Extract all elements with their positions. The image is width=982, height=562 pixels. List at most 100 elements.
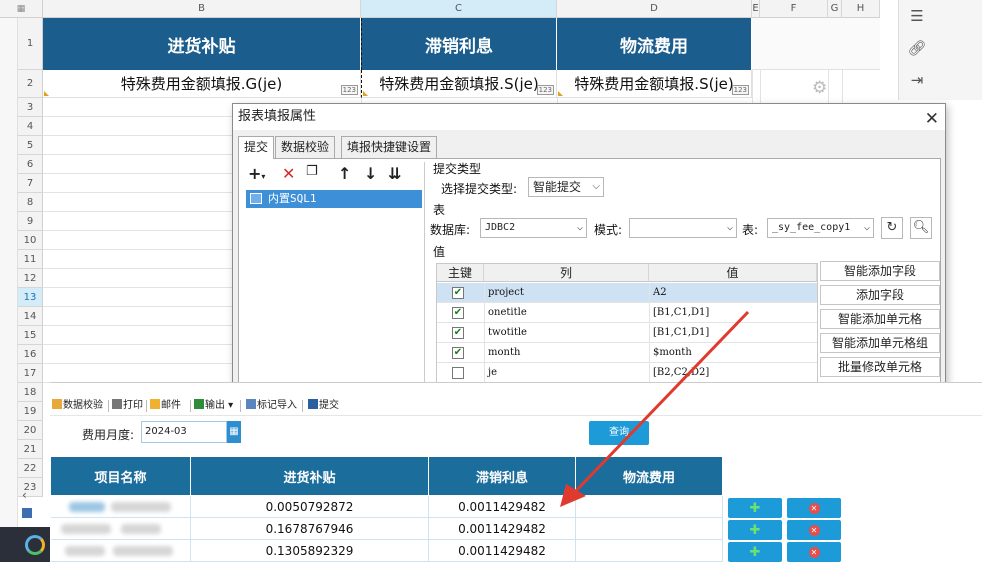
import-icon[interactable]: ⇥ [907,70,927,90]
interest-cell[interactable]: 0.0011429482 [429,518,576,540]
add-row-button[interactable]: ✚ [728,498,782,518]
cell-header-subsidy[interactable]: 进货补贴 [43,18,361,70]
primary-key-checkbox[interactable]: ✔ [452,347,464,359]
list-icon[interactable]: ☰ [907,6,927,26]
delete-row-button[interactable]: ✕ [787,520,841,540]
row-header[interactable]: 21 [18,440,43,459]
col-header-f[interactable]: F [760,0,828,18]
col-header-e[interactable]: E [752,0,760,18]
close-icon[interactable]: ✕ [925,106,939,132]
add-row-button[interactable]: ✚ [728,542,782,562]
logistics-cell[interactable] [576,518,723,540]
mail-button[interactable]: 邮件 [150,399,181,413]
cell-formula-logistics[interactable]: 特殊费用金额填报.S(je) 123 [557,70,752,98]
smart-add-cell-group-button[interactable]: 智能添加单元格组 [820,333,940,353]
column-header[interactable]: 列 [484,264,649,282]
row-header[interactable]: 8 [18,193,43,212]
calendar-icon[interactable]: ▦ [227,421,241,443]
row-header[interactable]: 4 [18,117,43,136]
row-header[interactable]: 19 [18,402,43,421]
tab-shortcut-settings[interactable]: 填报快捷键设置 [341,136,438,158]
delete-row-button[interactable]: ✕ [787,542,841,562]
chevron-left-icon[interactable]: ‹ [22,488,27,502]
row-header[interactable]: 10 [18,231,43,250]
database-select[interactable]: JDBC2 ⌵ [480,218,587,238]
project-name-cell[interactable] [51,518,191,540]
schema-select[interactable]: ⌵ [629,218,737,238]
search-table-icon[interactable]: 🔍︎ [910,217,932,239]
taskbar-app[interactable] [0,527,50,562]
smart-add-cell-button[interactable]: 智能添加单元格 [820,309,940,329]
row-header[interactable]: 3 [18,98,43,117]
primary-key-checkbox[interactable]: ✔ [452,287,464,299]
row-header[interactable]: 2 [18,70,43,98]
row-header[interactable]: 17 [18,364,43,383]
table-row[interactable]: je [B2,C2,D2] [437,363,817,383]
cell-header-logistics[interactable]: 物流费用 [557,18,752,70]
row-header[interactable]: 6 [18,155,43,174]
row-header[interactable]: 12 [18,269,43,288]
row-header[interactable]: 7 [18,174,43,193]
cell-header-interest[interactable]: 滞销利息 [361,18,557,70]
add-row-button[interactable]: ✚ [728,520,782,540]
submit-button[interactable]: 提交 [308,399,339,413]
delete-icon[interactable]: ✕ [282,164,295,183]
link-icon[interactable]: 🔗︎ [907,38,927,58]
validate-button[interactable]: 数据校验 [52,399,103,413]
row-header[interactable]: 22 [18,459,43,478]
table-row[interactable]: ✔ onetitle [B1,C1,D1] [437,303,817,323]
subsidy-cell[interactable]: 0.0050792872 [191,496,429,518]
arrow-down-icon[interactable]: ↓ [364,164,377,183]
logistics-cell[interactable] [576,496,723,518]
interest-cell[interactable]: 0.0011429482 [429,540,576,562]
tab-submit[interactable]: 提交 [238,136,275,159]
row-header[interactable]: 15 [18,326,43,345]
column-header[interactable]: 值 [649,264,817,282]
primary-key-checkbox[interactable] [452,367,464,379]
interest-cell[interactable]: 0.0011429482 [429,496,576,518]
table-row[interactable]: ✔ twotitle [B1,C1,D1] [437,323,817,343]
primary-key-checkbox[interactable]: ✔ [452,327,464,339]
subsidy-cell[interactable]: 0.1678767946 [191,518,429,540]
row-header[interactable]: 20 [18,421,43,440]
sql-list-item[interactable]: 内置SQL1 [246,190,422,208]
row-header[interactable]: 13 [18,288,43,307]
month-input[interactable]: 2024-03 [141,421,227,443]
cell-formula-subsidy[interactable]: 特殊费用金额填报.G(je) 123 [43,70,361,98]
gear-icon[interactable]: ⚙ [812,78,827,98]
col-header-d[interactable]: D [557,0,752,18]
query-button[interactable]: 查询 [589,421,649,445]
refresh-icon[interactable]: ↻ [881,217,903,239]
sheet-tab-icon[interactable] [22,508,32,518]
delete-row-button[interactable]: ✕ [787,498,841,518]
col-header-c[interactable]: C [361,0,557,18]
project-name-cell[interactable] [51,496,191,518]
primary-key-checkbox[interactable]: ✔ [452,307,464,319]
row-header[interactable]: 5 [18,136,43,155]
print-button[interactable]: 打印 [112,399,143,413]
tab-data-validation[interactable]: 数据校验 [275,136,336,158]
sheet-corner[interactable]: ▦ [0,0,43,18]
cell-empty-row1[interactable] [752,18,880,70]
cell-formula-interest[interactable]: 特殊费用金额填报.S(je) 123 [361,70,557,98]
add-field-button[interactable]: 添加字段 [820,285,940,305]
table-row[interactable]: ✔ month $month [437,343,817,363]
col-header-h[interactable]: H [842,0,880,18]
copy-icon[interactable]: ❐ [306,164,318,179]
mark-import-button[interactable]: 标记导入 [246,399,297,413]
subsidy-cell[interactable]: 0.1305892329 [191,540,429,562]
add-icon[interactable]: +▾ [248,164,265,183]
col-header-g[interactable]: G [828,0,842,18]
col-header-b[interactable]: B [43,0,361,18]
batch-edit-cell-button[interactable]: 批量修改单元格 [820,357,940,377]
table-select[interactable]: _sy_fee_copy1 ⌵ [767,218,874,238]
row-header[interactable]: 11 [18,250,43,269]
logistics-cell[interactable] [576,540,723,562]
row-header[interactable]: 14 [18,307,43,326]
submit-type-select[interactable]: 智能提交 ⌵ [528,177,604,197]
export-button[interactable]: 输出 ▾ [194,399,233,413]
row-header[interactable]: 16 [18,345,43,364]
move-bottom-icon[interactable]: ⇊ [388,164,401,183]
project-name-cell[interactable] [51,540,191,562]
row-header[interactable]: 9 [18,212,43,231]
